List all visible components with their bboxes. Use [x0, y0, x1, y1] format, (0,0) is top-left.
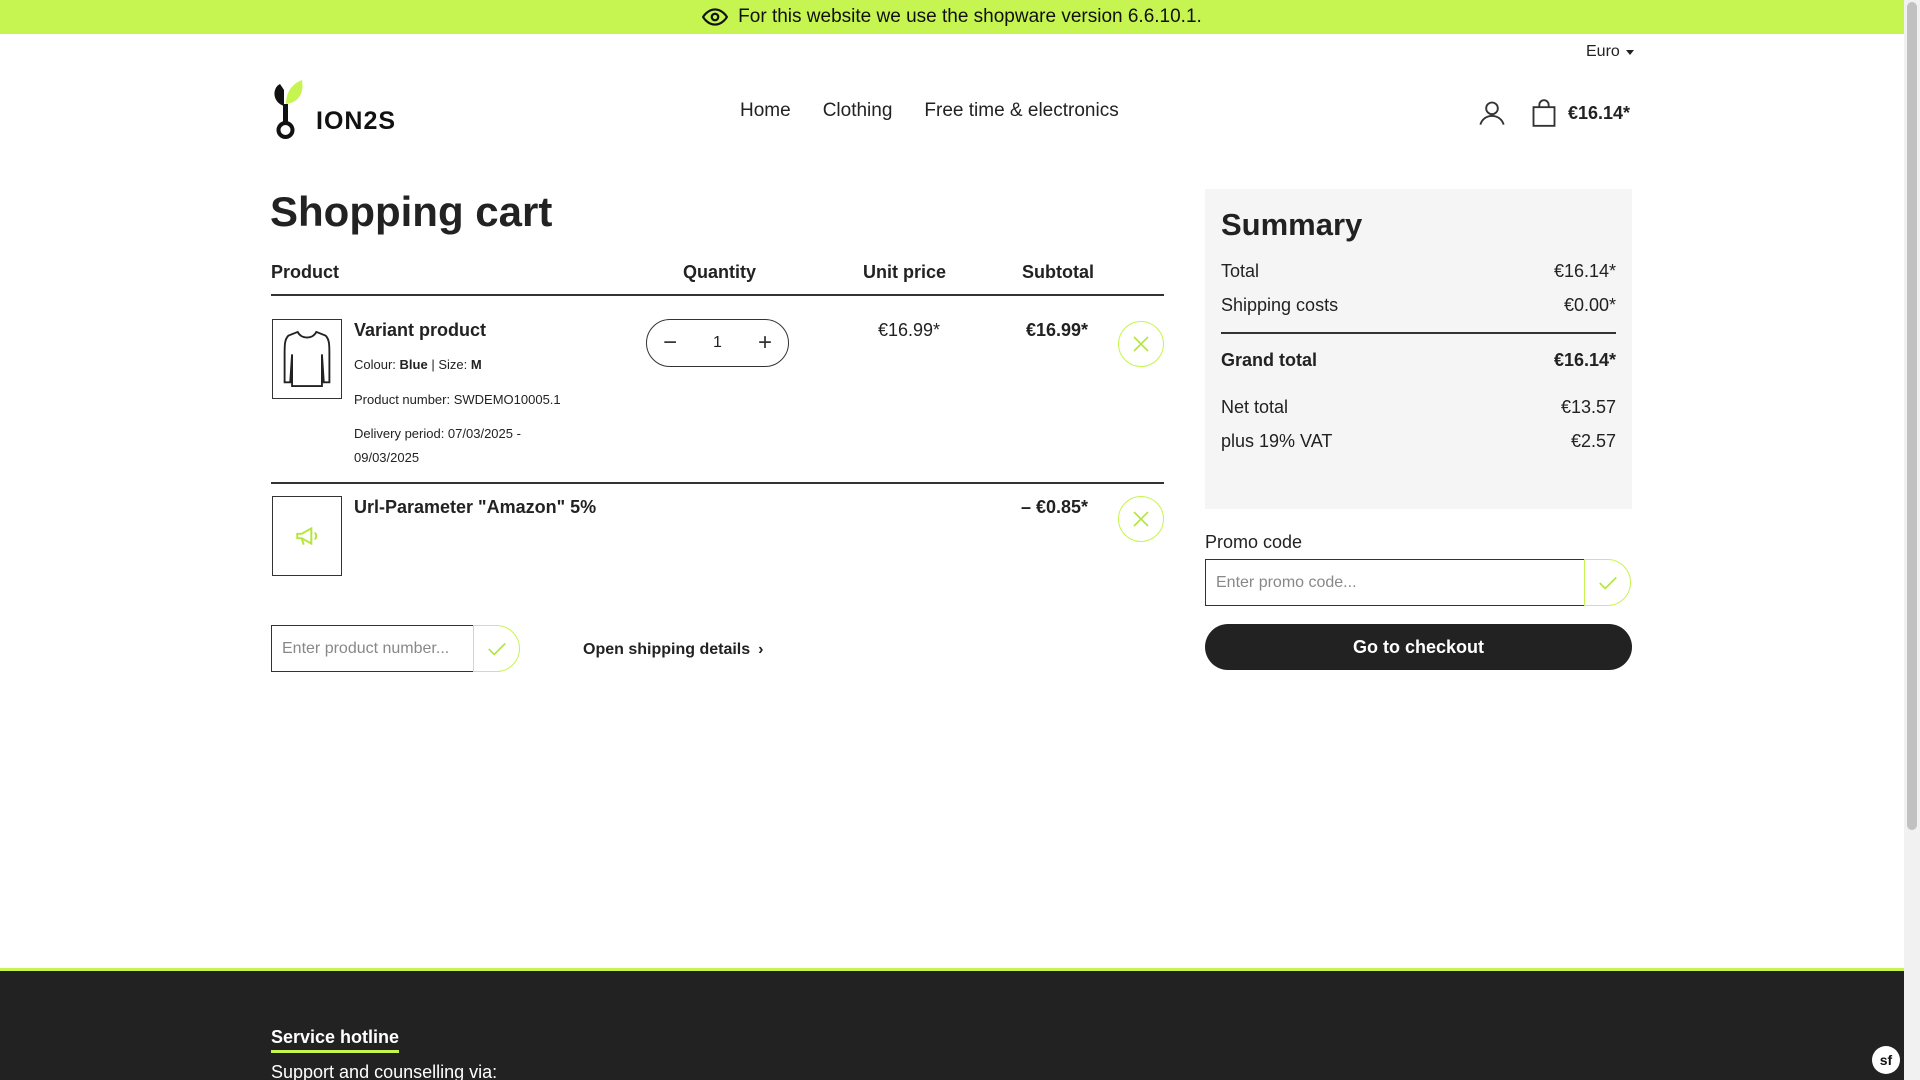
add-product-button[interactable]: [473, 625, 520, 672]
col-quantity: Quantity: [683, 262, 757, 282]
megaphone-icon: [296, 526, 318, 546]
col-product: Product: [271, 262, 340, 282]
cart-item-row: Url-Parameter "Amazon" 5% – €0.85*: [271, 486, 1164, 581]
page-title: Shopping cart: [270, 188, 553, 235]
cart-button[interactable]: €16.14*: [1530, 99, 1630, 127]
promotion-name: Url-Parameter "Amazon" 5%: [354, 497, 597, 517]
logo[interactable]: ION2S: [270, 80, 396, 140]
product-name[interactable]: Variant product: [354, 320, 486, 341]
chevron-right-icon: ›: [758, 641, 764, 658]
product-image[interactable]: [272, 319, 342, 399]
add-product-form: Enter product number...: [271, 625, 520, 672]
summary-vat-row: plus 19% VAT €2.57: [1221, 431, 1616, 452]
caret-down-icon: [1625, 49, 1634, 55]
vat-value: €2.57: [1570, 431, 1616, 451]
promo-code-label: Promo code: [1205, 532, 1303, 552]
product-number-input[interactable]: Enter product number...: [271, 625, 474, 672]
total-value: €16.14*: [1553, 261, 1616, 281]
summary-shipping-row: Shipping costs €0.00*: [1221, 295, 1616, 316]
promotion-discount: – €0.85*: [1020, 497, 1088, 517]
nav-clothing[interactable]: Clothing: [823, 100, 893, 122]
main-navigation: Home Clothing Free time & electronics: [740, 100, 1119, 122]
colour-value: Blue: [399, 357, 428, 372]
shirt-icon: [283, 330, 331, 387]
promo-code-form: Enter promo code...: [1205, 559, 1631, 606]
total-label: Total: [1221, 261, 1260, 281]
net-total-value: €13.57: [1560, 397, 1616, 417]
shipping-link-label: Open shipping details: [583, 641, 751, 658]
product-number: Product number: SWDEMO10005.1: [354, 392, 561, 407]
summary-total-row: Total €16.14*: [1221, 261, 1616, 282]
unit-price: €16.99*: [877, 320, 940, 340]
nav-home[interactable]: Home: [740, 100, 791, 122]
eye-icon: [702, 8, 729, 26]
go-to-checkout-button[interactable]: Go to checkout: [1205, 624, 1632, 670]
account-icon[interactable]: [1478, 99, 1506, 127]
summary-title: Summary: [1221, 207, 1363, 242]
nav-free-time-electronics[interactable]: Free time & electronics: [924, 100, 1118, 122]
summary-net-row: Net total €13.57: [1221, 397, 1616, 418]
shipping-label: Shipping costs: [1221, 295, 1339, 315]
support-text: Support and counselling via:: [271, 1062, 498, 1080]
close-icon: [1133, 511, 1149, 527]
header-actions: €16.14*: [1478, 99, 1630, 127]
version-banner: For this website we use the shopware ver…: [0, 0, 1904, 34]
col-unit-price: Unit price: [863, 262, 947, 282]
currency-dropdown[interactable]: Euro: [1586, 43, 1634, 61]
shipping-value: €0.00*: [1563, 295, 1616, 315]
remove-item-button[interactable]: [1118, 321, 1164, 367]
summary-divider: [1221, 332, 1616, 334]
minus-icon[interactable]: −: [663, 331, 677, 355]
scrollbar[interactable]: [1904, 0, 1920, 1080]
grand-total-value: €16.14*: [1553, 350, 1616, 370]
plus-icon[interactable]: +: [758, 331, 772, 355]
promo-code-input[interactable]: Enter promo code...: [1205, 559, 1585, 606]
subtotal: €16.99*: [1025, 320, 1088, 340]
page: For this website we use the shopware ver…: [0, 0, 1904, 1080]
summary-grand-total-row: Grand total €16.14*: [1221, 350, 1616, 371]
check-icon: [487, 642, 506, 656]
quantity-stepper: − 1 +: [646, 319, 789, 367]
cart-total: €16.14*: [1568, 102, 1631, 123]
order-summary: Summary Total €16.14* Shipping costs €0.…: [1205, 189, 1632, 509]
leaf-logo-icon: [274, 80, 303, 139]
size-value: M: [470, 357, 482, 372]
service-hotline-heading: Service hotline: [271, 1027, 400, 1053]
open-shipping-details-link[interactable]: Open shipping details ›: [583, 641, 763, 659]
col-subtotal: Subtotal: [1022, 262, 1094, 282]
scrollbar-thumb[interactable]: [1907, 2, 1917, 830]
cart-item-row: Variant product Colour: Blue | Size: M P…: [271, 297, 1164, 484]
delivery-period: Delivery period: 07/03/2025 -: [354, 426, 521, 441]
apply-promo-button[interactable]: [1584, 559, 1631, 606]
delivery-period-end: 09/03/2025: [354, 450, 420, 465]
quantity-value[interactable]: 1: [713, 334, 722, 352]
close-icon: [1133, 336, 1149, 352]
remove-promotion-button[interactable]: [1118, 496, 1164, 542]
banner-text: For this website we use the shopware ver…: [738, 6, 1202, 27]
cart-table-header: Product Quantity Unit price Subtotal: [271, 262, 1164, 296]
promotion-image: [272, 496, 342, 576]
currency-label: Euro: [1586, 43, 1620, 60]
symfony-toolbar-icon[interactable]: sf: [1872, 1046, 1900, 1074]
size-label: Size:: [438, 357, 468, 372]
product-options: Colour: Blue | Size: M: [354, 357, 482, 372]
check-icon: [1598, 576, 1617, 590]
logo-text: ION2S: [316, 107, 397, 135]
vat-label: plus 19% VAT: [1221, 431, 1333, 451]
net-total-label: Net total: [1221, 397, 1289, 417]
grand-total-label: Grand total: [1221, 350, 1318, 370]
shopping-bag-icon: [1532, 99, 1556, 127]
colour-label: Colour:: [354, 357, 396, 372]
